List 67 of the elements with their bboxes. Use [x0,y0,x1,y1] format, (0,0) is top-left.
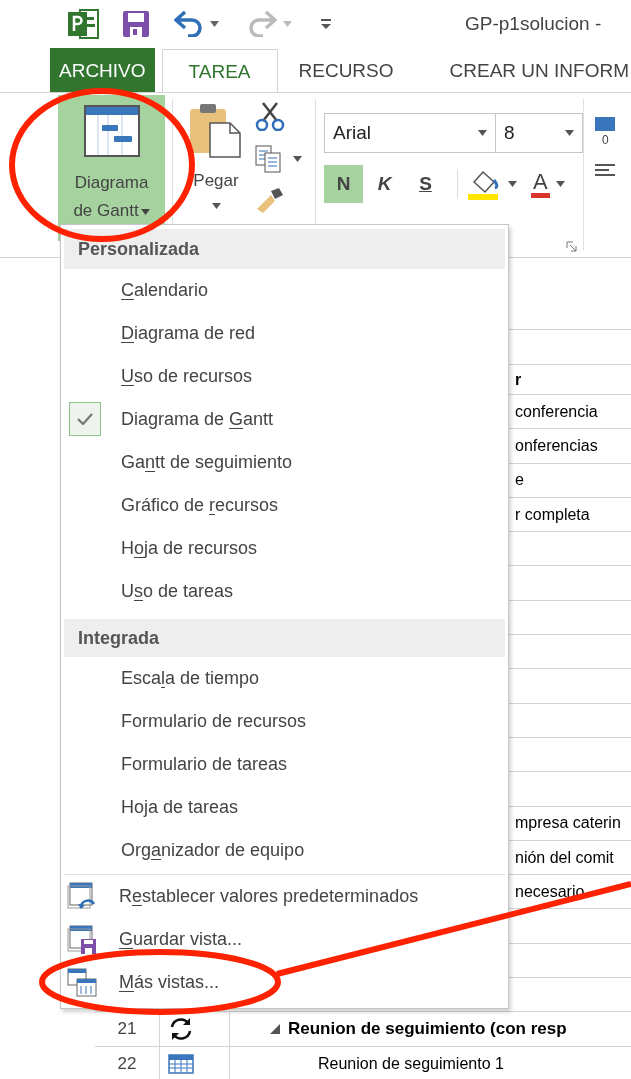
app-logo-icon[interactable] [68,7,100,41]
ribbon-tab[interactable]: TAREA [161,49,278,92]
row-number: 21 [95,1012,160,1047]
caret-icon [508,181,517,187]
menu-item[interactable]: Hoja de recursos [61,527,508,570]
caret-icon [293,156,302,162]
menu-item[interactable]: Uso de recursos [61,355,508,398]
menu-command[interactable]: Más vistas... [61,961,508,1004]
table-cell: r completa [515,505,590,524]
underline-button[interactable]: S [406,165,445,203]
caret-icon [555,181,565,187]
window-title: GP-p1solucion - [465,13,603,35]
menu-command[interactable]: Guardar vista... [61,918,508,961]
caret-icon [283,21,292,27]
file-tab[interactable]: ARCHIVO [50,48,155,92]
menu-item[interactable]: Organizador de equipo [61,829,508,872]
italic-button[interactable]: K [365,165,404,203]
ribbon-label: 0 [602,133,610,147]
bold-button[interactable]: N [324,165,363,203]
paste-button[interactable]: Pegar [185,93,247,210]
paintbrush-icon[interactable] [255,187,285,215]
ribbon-tab[interactable]: CREAR UN INFORM [414,48,631,92]
dialog-launcher-icon[interactable] [566,241,577,252]
clipboard-icon [188,103,244,159]
menu-item[interactable]: Uso de tareas [61,570,508,613]
save-view-icon [67,924,97,955]
menu-command[interactable]: Restablecer valores predeterminados [61,875,508,918]
column-header: r [515,370,522,389]
table-cell: nión del comit [515,848,614,867]
caret-icon [565,130,574,136]
menu-item[interactable]: Calendario [61,269,508,312]
caret-icon [210,21,219,27]
caret-icon [478,130,487,136]
menu-item[interactable]: Diagrama de red [61,312,508,355]
more-views-icon [67,967,97,998]
font-field[interactable]: Arial [324,113,496,153]
menu-section-header: Personalizada [64,229,505,269]
menu-section-header: Integrada [64,619,505,657]
menu-item[interactable]: Formulario de recursos [61,700,508,743]
font-size-field[interactable]: 8 [496,113,583,153]
table-cell: e [515,471,524,490]
lines-icon[interactable] [595,163,615,179]
menu-item[interactable]: Escala de tiempo [61,657,508,700]
scissors-icon[interactable] [255,101,285,131]
reset-view-icon [67,881,97,912]
task-name: Reunion de seguimiento (con resp [288,1019,567,1040]
collapse-triangle-icon[interactable] [270,1024,280,1035]
customize-icon[interactable] [320,18,332,30]
menu-item[interactable]: Formulario de tareas [61,743,508,786]
menu-item[interactable]: Gantt de seguimiento [61,441,508,484]
save-icon[interactable] [122,10,150,38]
fill-color-icon[interactable] [468,168,500,200]
table-cell: necesario [515,882,585,901]
task-name: Reunion de seguimiento 1 [318,1055,504,1074]
caret-icon [140,208,150,215]
menu-item[interactable]: Diagrama de Gantt [61,398,508,441]
row-number: 22 [95,1047,160,1079]
caret-icon [211,203,221,209]
font-color-button[interactable]: A [531,170,565,198]
table-cell: onferencias [515,436,598,455]
menu-item[interactable]: Hoja de tareas [61,786,508,829]
table-cell: conferencia [515,402,598,421]
menu-item[interactable]: Gráfico de recursos [61,484,508,527]
table-cell: mpresa caterin [515,814,621,833]
undo-icon[interactable] [174,11,204,37]
gantt-chart-icon [83,105,140,157]
ribbon-tab[interactable]: RECURSO [277,48,415,92]
